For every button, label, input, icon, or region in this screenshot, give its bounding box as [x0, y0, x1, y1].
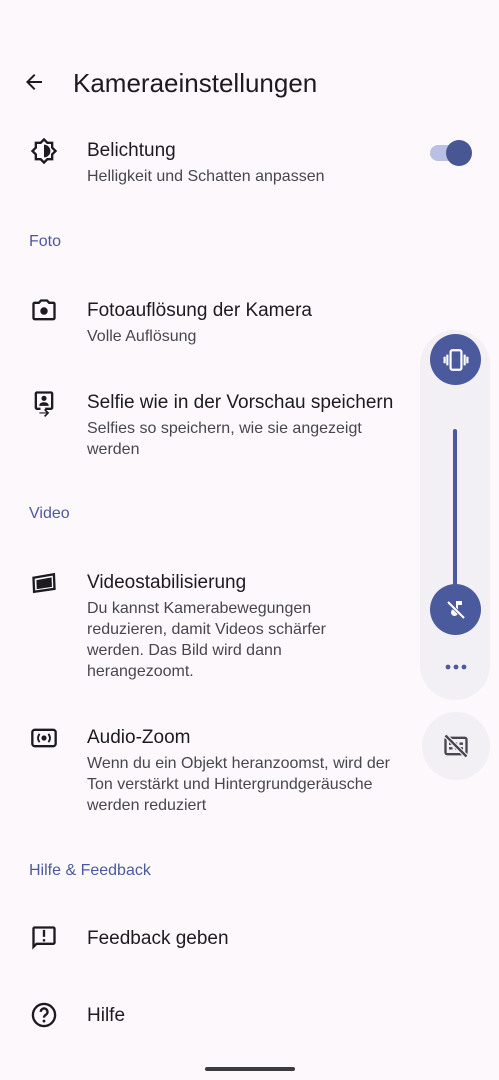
brightness-icon: [29, 136, 59, 166]
help-icon: [29, 1000, 59, 1030]
stabilization-icon: [29, 568, 59, 598]
setting-label: Hilfe: [87, 1005, 126, 1026]
setting-photo-resolution[interactable]: Fotoauflösung der Kamera Volle Auflösung: [0, 290, 499, 354]
setting-summary: Volle Auflösung: [87, 328, 197, 345]
toggle-thumb: [446, 140, 472, 166]
setting-help[interactable]: Hilfe: [0, 995, 499, 1039]
setting-feedback[interactable]: Feedback geben: [0, 918, 499, 962]
gesture-nav-bar[interactable]: [205, 1067, 295, 1071]
setting-label: Videostabilisierung: [87, 572, 247, 593]
app-bar: Kameraeinstellungen: [0, 50, 499, 118]
captions-off-icon[interactable]: [422, 712, 490, 780]
music-off-icon[interactable]: [430, 584, 481, 635]
setting-summary: Selfies so speichern, wie sie angezeigt …: [87, 420, 362, 458]
audio-zoom-icon: [29, 723, 59, 753]
camera-icon: [29, 296, 59, 326]
setting-label: Audio-Zoom: [87, 727, 191, 748]
section-header-photo: Foto: [29, 233, 62, 250]
setting-label: Selfie wie in der Vorschau speichern: [87, 392, 394, 413]
setting-label: Feedback geben: [87, 928, 229, 949]
setting-summary: Helligkeit und Schatten anpassen: [87, 168, 325, 185]
page-title: Kameraeinstellungen: [73, 68, 318, 98]
selfie-save-icon: [29, 388, 59, 418]
setting-label: Fotoauflösung der Kamera: [87, 300, 312, 321]
setting-label: Belichtung: [87, 140, 176, 161]
arrow-back-icon[interactable]: [18, 66, 50, 98]
section-header-video: Video: [29, 505, 70, 522]
setting-summary: Wenn du ein Objekt heranzoomst, wird der…: [87, 755, 390, 814]
setting-summary: Du kannst Kamerabewegungen reduzieren, d…: [87, 600, 326, 680]
feedback-icon: [29, 923, 59, 953]
exposure-toggle[interactable]: [430, 140, 472, 166]
vibrate-icon[interactable]: [430, 334, 481, 385]
more-horiz-icon[interactable]: [440, 660, 472, 674]
section-header-help: Hilfe & Feedback: [29, 862, 151, 879]
setting-exposure[interactable]: Belichtung Helligkeit und Schatten anpas…: [0, 130, 499, 194]
volume-slider[interactable]: [453, 429, 457, 589]
